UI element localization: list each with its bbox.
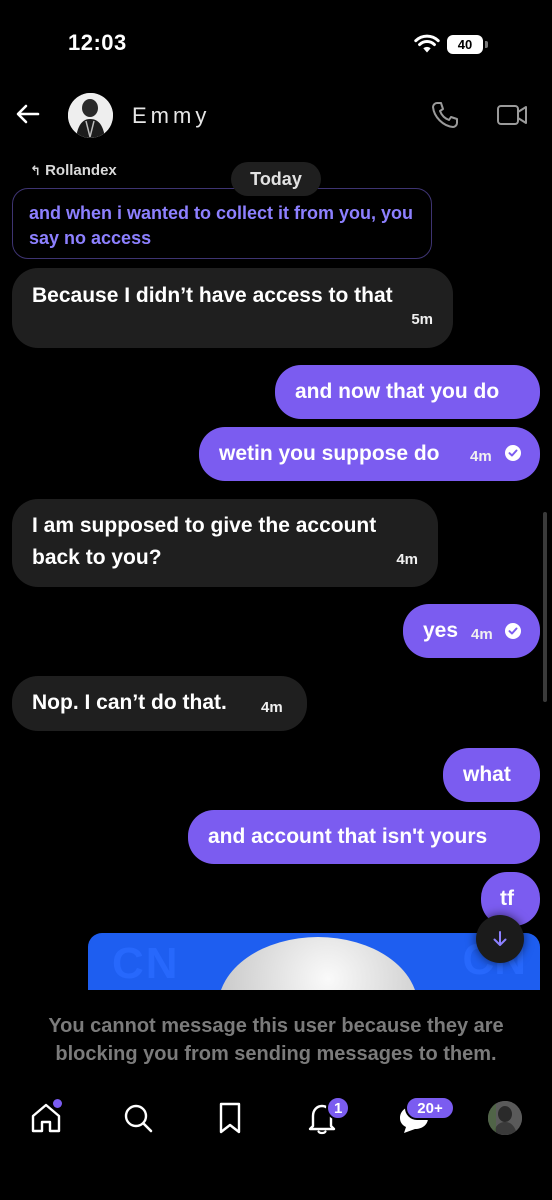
message-bubble-outgoing[interactable]: and account that isn't yours: [188, 810, 540, 864]
message-time: 4m: [471, 626, 493, 643]
media-image[interactable]: CN CN: [88, 933, 540, 990]
contact-avatar[interactable]: [68, 93, 113, 138]
message-time: 4m: [261, 699, 283, 716]
media-subject: [218, 937, 418, 990]
message-text: Nop. I can’t do that.: [32, 691, 227, 714]
message-text: tf: [500, 887, 514, 910]
phone-icon[interactable]: [430, 100, 460, 130]
contact-name[interactable]: Emmy: [132, 103, 210, 129]
message-text: wetin you suppose do: [219, 442, 440, 465]
conversation-header: Emmy: [0, 90, 552, 140]
message-text: I am supposed to give the account back t…: [32, 514, 377, 569]
home-unread-dot: [53, 1099, 62, 1108]
arrow-down-icon: [493, 931, 507, 946]
quoted-message[interactable]: and when i wanted to collect it from you…: [12, 188, 432, 259]
bookmark-icon[interactable]: [212, 1100, 248, 1136]
message-time: 4m: [470, 448, 492, 465]
message-bubble-outgoing[interactable]: and now that you do: [275, 365, 540, 419]
message-list[interactable]: ↰ Rollandex and when i wanted to collect…: [0, 150, 552, 990]
notifications-badge: 1: [326, 1096, 351, 1120]
message-time: 5m: [411, 311, 433, 328]
message-text: Because I didn’t have access to that: [32, 284, 393, 307]
media-logo-left: CN: [112, 939, 180, 988]
day-separator: Today: [231, 162, 321, 196]
message-bubble-outgoing[interactable]: what: [443, 748, 540, 802]
blocked-notice: You cannot message this user because the…: [48, 1015, 504, 1065]
search-icon[interactable]: [120, 1100, 156, 1136]
reply-icon: ↰: [30, 163, 41, 178]
message-time: 4m: [396, 551, 418, 568]
messages-badge: 20+: [405, 1096, 455, 1120]
message-bubble-outgoing[interactable]: yes 4m: [403, 604, 540, 658]
battery-indicator: 40: [447, 35, 488, 54]
status-time: 12:03: [68, 30, 127, 55]
message-bubble-incoming[interactable]: Because I didn’t have access to that 5m: [12, 268, 453, 348]
check-circle-icon: [505, 445, 521, 461]
scroll-to-bottom-button[interactable]: [476, 915, 524, 963]
message-text: and account that isn't yours: [208, 825, 488, 848]
scrollbar[interactable]: [543, 512, 547, 702]
reply-to-name: Rollandex: [45, 162, 117, 179]
message-bubble-incoming[interactable]: I am supposed to give the account back t…: [12, 499, 438, 587]
message-text: yes: [423, 619, 459, 642]
bottom-navigation: 1 20+: [0, 1088, 552, 1152]
message-text: what: [463, 763, 511, 786]
message-text: and now that you do: [295, 380, 500, 403]
video-icon[interactable]: [496, 101, 528, 129]
status-bar: 12:03 40: [0, 0, 552, 90]
message-bubble-outgoing[interactable]: wetin you suppose do 4m: [199, 427, 540, 481]
wifi-icon: [414, 34, 440, 53]
reply-context: ↰ Rollandex: [30, 162, 117, 179]
profile-avatar[interactable]: [488, 1101, 522, 1135]
back-arrow-icon[interactable]: [14, 100, 42, 128]
check-circle-icon: [505, 623, 521, 639]
message-bubble-incoming[interactable]: Nop. I can’t do that. 4m: [12, 676, 307, 731]
